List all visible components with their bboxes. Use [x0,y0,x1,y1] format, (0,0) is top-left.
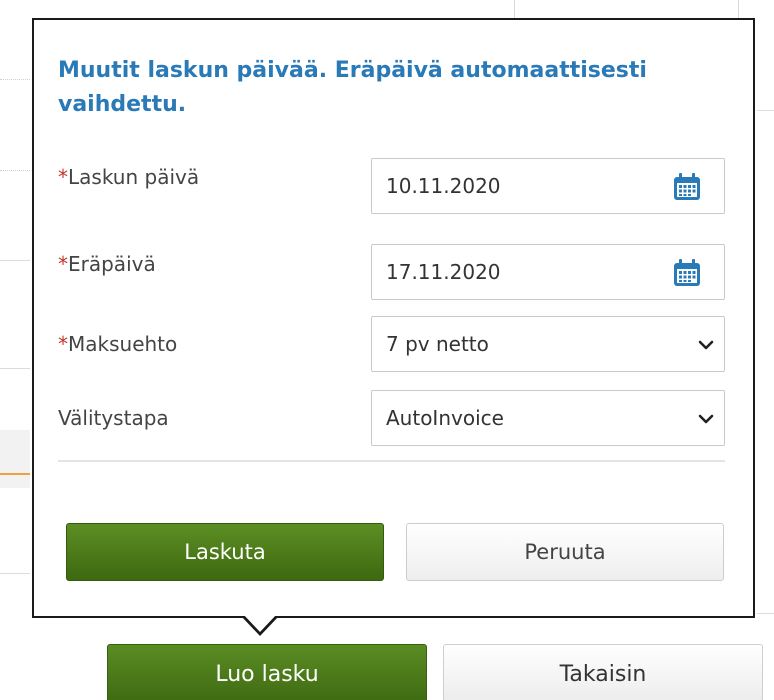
chevron-down-icon [698,340,714,350]
background-accent-line [0,473,30,475]
background-column-border [514,0,515,18]
form-divider [58,460,725,462]
calendar-icon[interactable] [672,172,702,202]
delivery-method-value: AutoInvoice [386,406,504,430]
background-divider [757,110,774,111]
background-divider [757,613,774,614]
delivery-method-label: Välitystapa [58,406,169,430]
required-marker: * [58,165,68,189]
background-divider [0,260,30,261]
invoice-popover: Muutit laskun päivää. Eräpäivä automaatt… [32,18,755,618]
create-invoice-button[interactable]: Luo lasku [107,644,427,700]
due-date-changed-notice: Muutit laskun päivää. Eräpäivä automaatt… [58,58,647,117]
required-marker: * [58,252,68,276]
due-date-label: *Eräpäivä [58,252,156,276]
payment-term-label: *Maksuehto [58,332,178,356]
popover-arrow-fill [243,614,277,632]
invoice-date-input[interactable]: 10.11.2020 [371,158,725,214]
chevron-down-icon [698,414,714,424]
background-divider [0,170,30,171]
calendar-icon[interactable] [672,258,702,288]
submit-invoice-button[interactable]: Laskuta [66,523,384,581]
background-column-border [738,0,739,18]
background-divider [0,79,30,80]
background-divider [0,368,30,369]
payment-term-value: 7 pv netto [386,332,489,356]
background-divider [0,573,30,574]
delivery-method-select[interactable]: AutoInvoice [371,390,725,446]
back-button[interactable]: Takaisin [443,644,763,700]
due-date-input[interactable]: 17.11.2020 [371,244,725,300]
cancel-button[interactable]: Peruuta [406,523,724,581]
invoice-date-label: *Laskun päivä [58,165,200,189]
payment-term-select[interactable]: 7 pv netto [371,316,725,372]
background-panel [0,430,30,488]
required-marker: * [58,332,68,356]
